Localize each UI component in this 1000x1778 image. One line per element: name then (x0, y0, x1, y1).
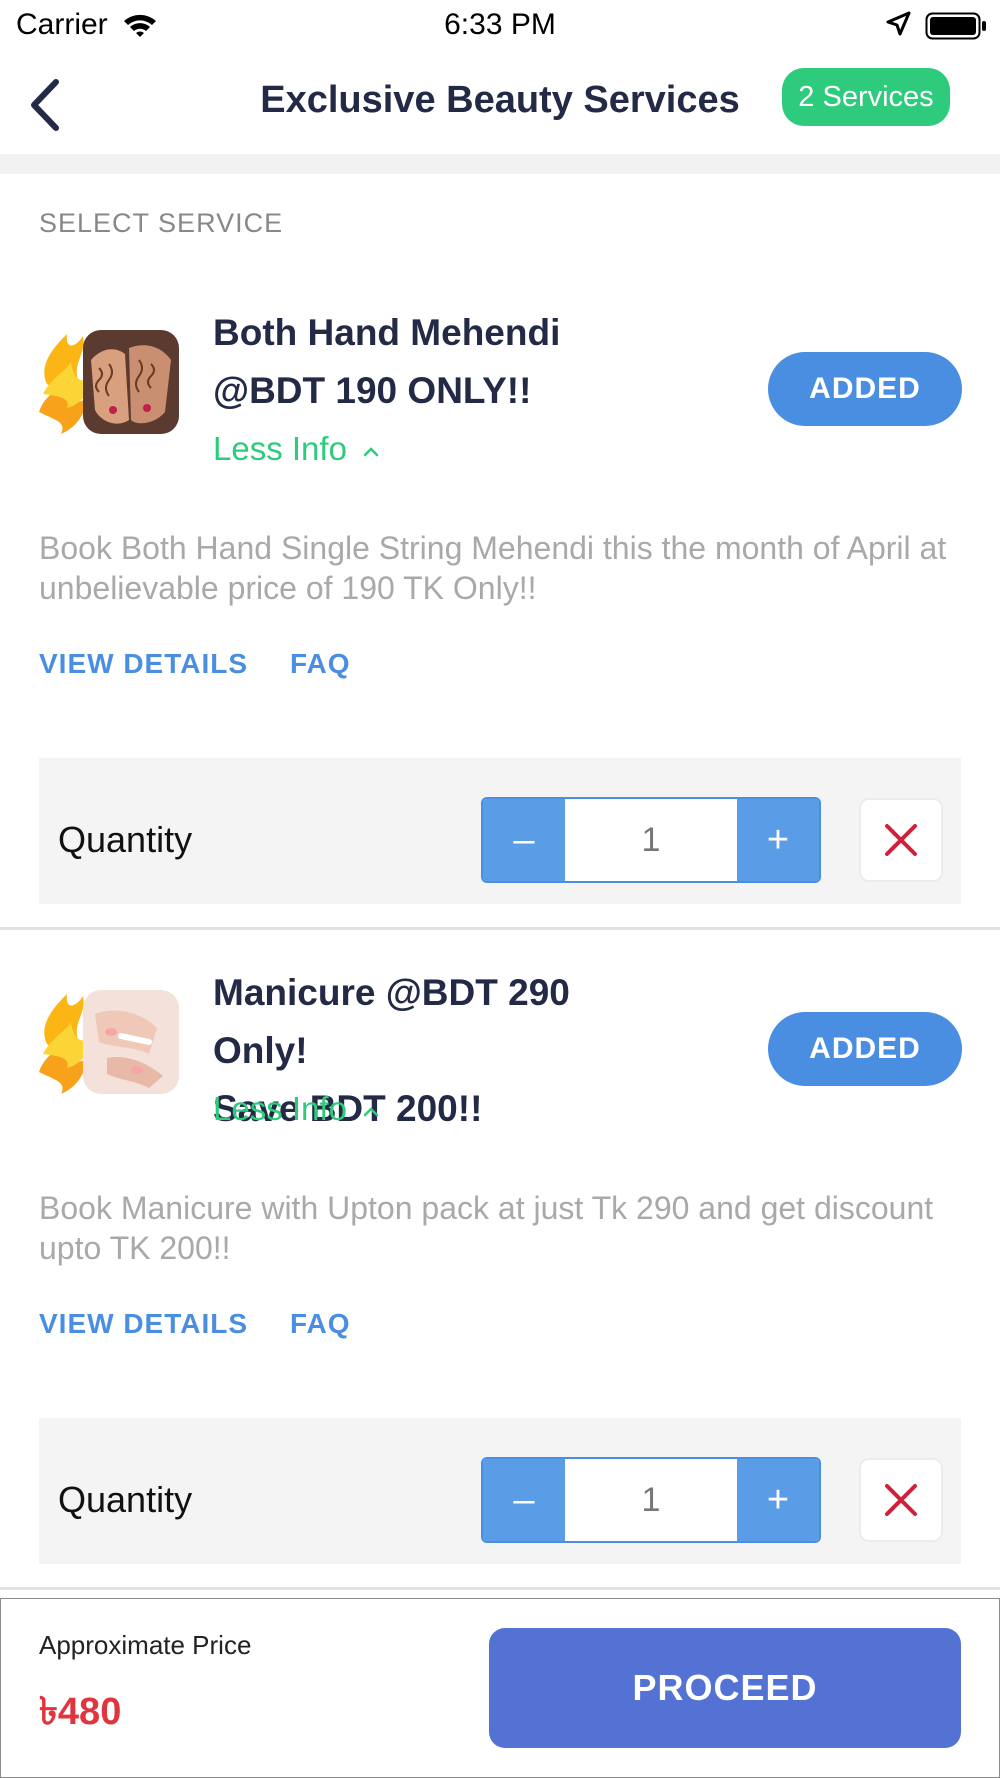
battery-icon (925, 12, 986, 40)
increment-button[interactable]: + (737, 1459, 819, 1541)
service-divider (0, 927, 1000, 930)
header-separator (0, 154, 1000, 174)
clock: 6:33 PM (444, 8, 556, 41)
quantity-stepper: – 1 + (481, 797, 821, 883)
quantity-value[interactable]: 1 (567, 1459, 735, 1541)
faq-link[interactable]: FAQ (290, 1308, 351, 1340)
chevron-up-icon (363, 1107, 379, 1117)
back-chevron-icon[interactable] (26, 78, 66, 132)
approximate-price-label: Approximate Price (39, 1630, 252, 1660)
chevron-up-icon (363, 447, 379, 457)
decrement-button[interactable]: – (483, 799, 565, 881)
proceed-button[interactable]: PROCEED (489, 1628, 961, 1748)
service-title: Both Hand Mehendi @BDT 190 ONLY!! (213, 304, 643, 420)
faq-link[interactable]: FAQ (290, 648, 351, 680)
service-description: Book Both Hand Single String Mehendi thi… (39, 530, 947, 606)
less-info-label: Less Info (213, 1090, 347, 1127)
status-bar: Carrier 6:33 PM (0, 0, 1000, 50)
remove-service-button[interactable] (859, 1458, 943, 1542)
decrement-button[interactable]: – (483, 1459, 565, 1541)
close-icon (885, 824, 917, 856)
view-details-link[interactable]: VIEW DETAILS (39, 1308, 248, 1340)
page-title: Exclusive Beauty Services (260, 79, 740, 121)
less-info-label: Less Info (213, 430, 347, 467)
service-title-line: @BDT 190 ONLY!! (213, 370, 532, 411)
added-button[interactable]: ADDED (768, 1012, 962, 1086)
less-info-toggle[interactable]: Less Info (213, 1090, 380, 1128)
section-label: SELECT SERVICE (39, 208, 284, 238)
manicure-service-image (37, 984, 183, 1104)
quantity-value[interactable]: 1 (567, 799, 735, 881)
mehendi-service-image (37, 324, 183, 444)
quantity-label: Quantity (58, 1479, 193, 1520)
remove-service-button[interactable] (859, 798, 943, 882)
service-divider (0, 1587, 1000, 1590)
view-details-link[interactable]: VIEW DETAILS (39, 648, 248, 680)
quantity-stepper: – 1 + (481, 1457, 821, 1543)
services-count-badge: 2 Services (782, 68, 950, 126)
approximate-price-value: ৳480 (39, 1691, 122, 1733)
quantity-label: Quantity (58, 819, 193, 860)
increment-button[interactable]: + (737, 799, 819, 881)
service-title-line: Both Hand Mehendi (213, 312, 561, 353)
location-arrow-icon (886, 11, 911, 36)
service-description: Book Manicure with Upton pack at just Tk… (39, 1190, 934, 1266)
service-title-line: Manicure @BDT 290 Only! (213, 972, 570, 1071)
added-button[interactable]: ADDED (768, 352, 962, 426)
less-info-toggle[interactable]: Less Info (213, 430, 380, 468)
close-icon (885, 1484, 917, 1516)
